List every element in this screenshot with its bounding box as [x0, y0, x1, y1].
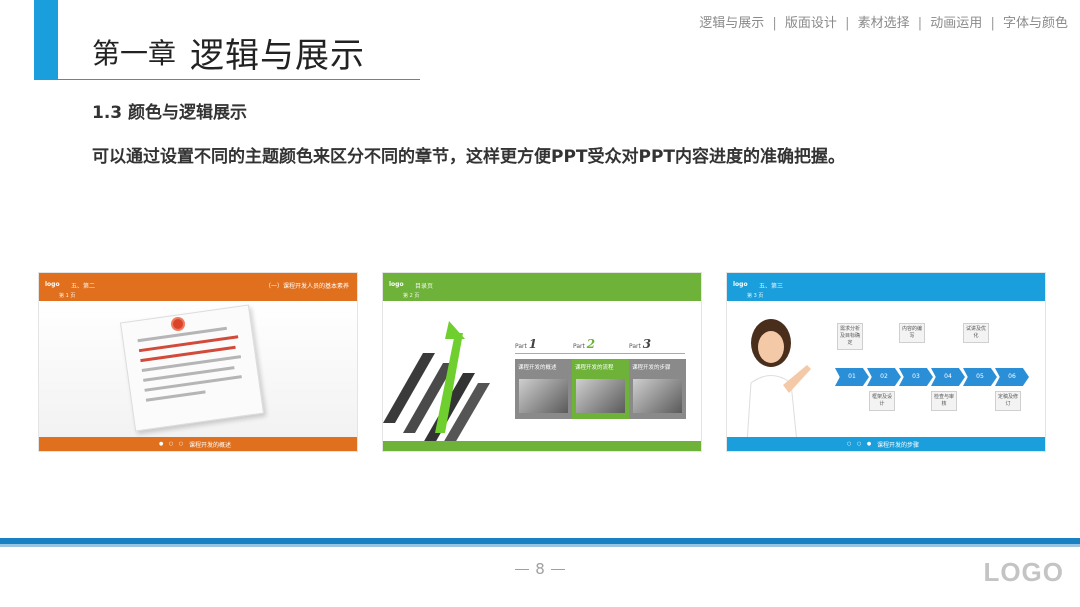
step-chevron: 02 [867, 368, 901, 386]
panel-photo [576, 379, 625, 413]
page-number: 8 [0, 560, 1080, 578]
step-chevron: 06 [995, 368, 1029, 386]
title-underline [58, 79, 420, 80]
thumb-footer-caption: 课程开发的概述 [189, 442, 232, 449]
thumb-breadcrumb: 目录页 [415, 283, 434, 290]
top-navigation: 逻辑与展示 | 版面设计 | 素材选择 | 动画运用 | 字体与颜色 [699, 12, 1068, 31]
thumb-header-bar: logo 五、第三 第 3 页 [727, 273, 1045, 301]
thumb-header-bar: logo 目录页 第 2 页 [383, 273, 701, 301]
thumb-footer-bar [383, 441, 701, 451]
step-box-bottom: 框架及设计 [869, 391, 895, 411]
part-divider [515, 353, 685, 354]
section-description: 可以通过设置不同的主题颜色来区分不同的章节，这样更方便PPT受众对PPT内容进度… [92, 147, 846, 167]
thumb-footer-caption: 课程开发的步骤 [877, 442, 920, 449]
thumb-subtitle: 第 2 页 [403, 293, 420, 299]
part-label-3: Part 3 [629, 337, 652, 351]
part-panel-2: 课程开发的流程 [572, 359, 629, 419]
nav-item-materials[interactable]: 素材选择 [858, 16, 910, 31]
thumb-breadcrumb: 五、第二 [71, 283, 96, 290]
nav-separator: | [845, 16, 850, 31]
thumb-title: （一）课程开发人员的基本素养 [264, 283, 349, 290]
progress-dots: ● ○ ○ [159, 441, 186, 447]
slide-thumbnail-orange: logo 五、第二 第 1 页 （一）课程开发人员的基本素养 ● ○ ○ 课程开… [38, 272, 358, 452]
thumb-logo: logo [45, 281, 60, 288]
footer-logo: LOGO [983, 557, 1064, 587]
part-label-1: Part 1 [515, 337, 538, 351]
note-paper-image [119, 304, 265, 432]
slide-thumbnail-blue: logo 五、第三 第 3 页 01 02 03 04 05 06 需求分析及目… [726, 272, 1046, 452]
step-box-bottom: 定稿及修订 [995, 391, 1021, 411]
thumb-logo: logo [389, 281, 404, 288]
nav-separator: | [990, 16, 995, 31]
thumb-subtitle: 第 3 页 [747, 293, 764, 299]
nav-item-logic[interactable]: 逻辑与展示 [699, 16, 764, 31]
step-box-bottom: 检查与审核 [931, 391, 957, 411]
part-panel-1: 课程开发的概述 [515, 359, 572, 419]
growth-arrows-image [383, 321, 490, 443]
nav-item-layout[interactable]: 版面设计 [785, 16, 837, 31]
step-chevron: 05 [963, 368, 997, 386]
nav-separator: | [772, 16, 777, 31]
presenter-woman-image [746, 319, 811, 443]
panel-photo [633, 379, 682, 413]
title-accent-bar [34, 0, 58, 80]
part-panel-3: 课程开发的步骤 [629, 359, 686, 419]
step-chevron: 04 [931, 368, 965, 386]
section-heading: 1.3 颜色与逻辑展示 [92, 103, 248, 123]
thumb-breadcrumb: 五、第三 [759, 283, 784, 290]
panel-photo [519, 379, 568, 413]
thumb-subtitle: 第 1 页 [59, 293, 76, 299]
step-box-top: 内容的编写 [899, 323, 925, 343]
nav-separator: | [917, 16, 923, 31]
thumb-logo: logo [733, 281, 748, 288]
thumb-footer-bar: ○ ○ ● 课程开发的步骤 [727, 437, 1045, 451]
step-chevron-row: 01 02 03 04 05 06 [835, 368, 1035, 386]
step-chevron: 03 [899, 368, 933, 386]
nav-item-fonts[interactable]: 字体与颜色 [1003, 16, 1068, 31]
step-box-top: 需求分析及目标确定 [837, 323, 863, 350]
progress-dots: ○ ○ ● [847, 441, 874, 447]
chapter-label: 第一章 [92, 37, 177, 70]
chapter-title: 逻辑与展示 [190, 36, 365, 76]
slide-thumbnail-green: logo 目录页 第 2 页 Part 1 Part 2 Part 3 课程开发… [382, 272, 702, 452]
footer-band-light [0, 544, 1080, 547]
step-box-top: 试讲及优化 [963, 323, 989, 343]
nav-item-animation[interactable]: 动画运用 [930, 16, 982, 31]
thumb-header-bar: logo 五、第二 第 1 页 （一）课程开发人员的基本素养 [39, 273, 357, 301]
step-chevron: 01 [835, 368, 869, 386]
push-pin-icon [173, 319, 183, 329]
part-label-2: Part 2 [573, 337, 596, 351]
thumb-footer-bar: ● ○ ○ 课程开发的概述 [39, 437, 357, 451]
